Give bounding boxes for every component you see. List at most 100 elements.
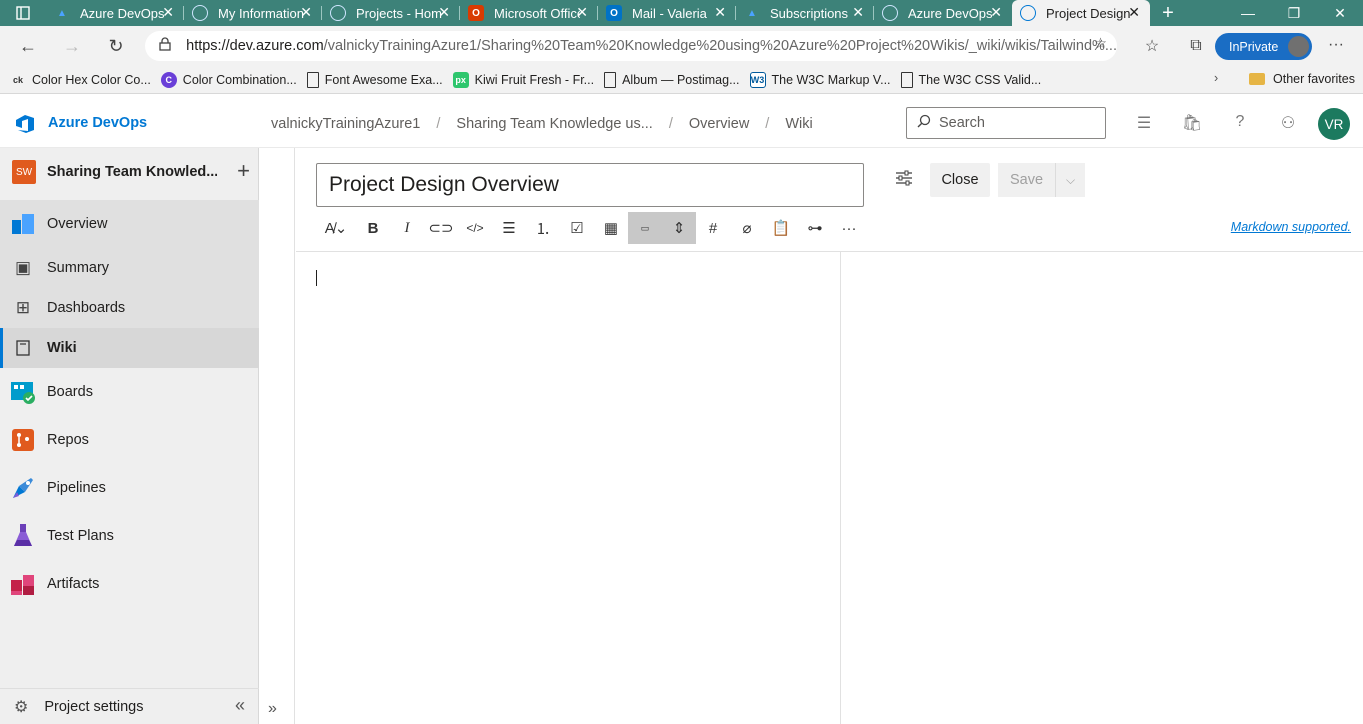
sidebar-item-overview[interactable]: Overview [0,200,259,248]
favorite-item[interactable]: Font Awesome Exa... [306,71,443,88]
other-favorites[interactable]: Other favorites [1249,72,1355,86]
favorites-icon[interactable]: ☆ [1130,36,1174,56]
help-icon[interactable]: ? [1216,113,1264,133]
favorite-item[interactable]: The W3C CSS Valid... [900,71,1041,88]
user-settings-icon[interactable]: ⚇ [1264,113,1312,133]
close-tab-icon[interactable]: ✕ [714,4,726,21]
close-tab-icon[interactable]: ✕ [300,4,312,21]
ado-header: Azure DevOps valnickyTrainingAzure1/ Sha… [0,101,1363,148]
bold-icon[interactable]: B [356,212,390,244]
avatar[interactable]: VR [1318,108,1350,140]
numbered-list-icon[interactable]: ⒈ [526,212,560,244]
close-tab-icon[interactable]: ✕ [162,4,174,21]
favorite-item[interactable]: Album — Postimag... [604,71,740,88]
header-format-icon[interactable]: A̸⌄ [316,212,356,244]
restore-icon[interactable]: ❐ [1271,5,1317,22]
save-button[interactable]: Save [998,163,1055,197]
browser-tab[interactable]: Projects - Home ✕ [322,0,460,26]
breadcrumb-wiki[interactable]: Wiki [785,116,812,132]
test-plans-icon [10,524,36,548]
sidebar-item-wiki[interactable]: Wiki [0,328,259,368]
toggle-preview-icon[interactable]: ⇕ [662,212,696,244]
project-header[interactable]: SW Sharing Team Knowled... + [12,158,252,184]
close-tab-icon[interactable]: ✕ [1128,4,1140,21]
refresh-icon[interactable]: ↻ [94,36,138,57]
page-title-input[interactable]: Project Design Overview [316,163,864,207]
spellcheck-icon[interactable]: ▭ [628,212,662,244]
format-toolbar: A̸⌄ B I ⊂⊃ </> ☰ ⒈ ☑ ▦ ▭ ⇕ # ⌀ 📋 ⊶ ··· [316,212,866,244]
browser-tab[interactable]: Azure DevOps ✕ [874,0,1012,26]
azure-devops-icon [882,5,898,21]
bulleted-list-icon[interactable]: ☰ [492,212,526,244]
close-tab-icon[interactable]: ✕ [576,4,588,21]
markdown-supported-link[interactable]: Markdown supported. [1231,220,1351,234]
breadcrumb-project[interactable]: Sharing Team Knowledge us... [456,116,652,132]
sidebar-item-artifacts[interactable]: Artifacts [0,564,259,604]
page-settings-icon[interactable] [895,170,913,191]
browser-tab[interactable]: My Information ✕ [184,0,322,26]
azure-devops-icon [330,5,346,21]
collections-icon[interactable]: ⧉ [1174,37,1218,55]
italic-icon[interactable]: I [390,212,424,244]
tab-actions-icon[interactable] [0,0,46,26]
collapse-sidebar-icon[interactable]: « [235,695,245,716]
sidebar-item-pipelines[interactable]: Pipelines [0,468,259,508]
favorite-item[interactable]: ck Color Hex Color Co... [10,72,151,88]
code-icon[interactable]: </> [458,212,492,244]
azure-devops-logo[interactable]: Azure DevOps [14,113,147,133]
page-icon [604,71,617,88]
inprivate-button[interactable]: InPrivate [1215,33,1312,60]
chevron-right-icon[interactable]: › [1214,71,1218,85]
attachment-icon[interactable]: ⌀ [730,212,764,244]
close-tab-icon[interactable]: ✕ [852,4,864,21]
breadcrumb-overview[interactable]: Overview [689,116,749,132]
more-options-icon[interactable]: ··· [1328,36,1344,54]
back-icon[interactable]: ← [6,36,50,57]
add-favorite-icon[interactable]: ☆ [1094,36,1107,52]
marketplace-icon[interactable]: 🛍 [1168,113,1216,133]
diagram-icon[interactable]: ⊶ [798,212,832,244]
browser-tab-active[interactable]: Project Design ✕ [1012,0,1150,26]
forward-icon[interactable]: → [50,36,94,57]
close-tab-icon[interactable]: ✕ [438,4,450,21]
new-tab-icon[interactable]: + [1150,2,1186,25]
sidebar-item-test-plans[interactable]: Test Plans [0,516,259,556]
wiki-icon [10,336,36,360]
markdown-editor-pane[interactable] [296,252,841,724]
url-field[interactable]: https://dev.azure.com/valnickyTrainingAz… [145,31,1117,61]
close-tab-icon[interactable]: ✕ [990,4,1002,21]
list-settings-icon[interactable]: ☰ [1120,113,1168,133]
profile-avatar [1288,36,1309,57]
project-settings[interactable]: ⚙ Project settings « [0,688,259,724]
browser-tab[interactable]: ▲ Azure DevOps ✕ [46,0,184,26]
close-window-icon[interactable]: ✕ [1317,5,1363,22]
sidebar-item-summary[interactable]: ▣ Summary [0,248,259,288]
link-icon[interactable]: ⊂⊃ [424,212,458,244]
sidebar-item-dashboards[interactable]: ⊞ Dashboards [0,288,259,328]
minimize-icon[interactable]: — [1225,5,1271,22]
breadcrumb-org[interactable]: valnickyTrainingAzure1 [271,116,420,132]
paste-icon[interactable]: 📋 [764,212,798,244]
chevron-down-icon[interactable]: ⌵ [1055,163,1085,197]
pipelines-icon [10,476,36,500]
favorite-item[interactable]: W3 The W3C Markup V... [749,71,891,88]
folder-icon [1249,73,1265,85]
add-icon[interactable]: + [237,158,250,184]
search-input[interactable]: Search [906,107,1106,139]
sidebar-item-boards[interactable]: Boards [0,372,259,412]
more-icon[interactable]: ··· [832,212,866,244]
mention-hash-icon[interactable]: # [696,212,730,244]
checklist-icon[interactable]: ☑ [560,212,594,244]
browser-tab[interactable]: ▲ Subscriptions ✕ [736,0,874,26]
close-button[interactable]: Close [930,163,990,197]
favorite-item[interactable]: px Kiwi Fruit Fresh - Fr... [452,71,594,88]
favorite-item[interactable]: C Color Combination... [160,71,297,88]
table-icon[interactable]: ▦ [594,212,628,244]
artifacts-icon [10,572,36,596]
browser-tab-bar: ▲ Azure DevOps ✕ My Information ✕ Projec… [0,0,1363,26]
expand-pane-icon[interactable]: » [268,700,277,718]
browser-tab[interactable]: O Mail - Valeria ✕ [598,0,736,26]
browser-tab[interactable]: O Microsoft Office ✕ [460,0,598,26]
sidebar-item-repos[interactable]: Repos [0,420,259,460]
pixabay-icon: px [452,71,469,88]
